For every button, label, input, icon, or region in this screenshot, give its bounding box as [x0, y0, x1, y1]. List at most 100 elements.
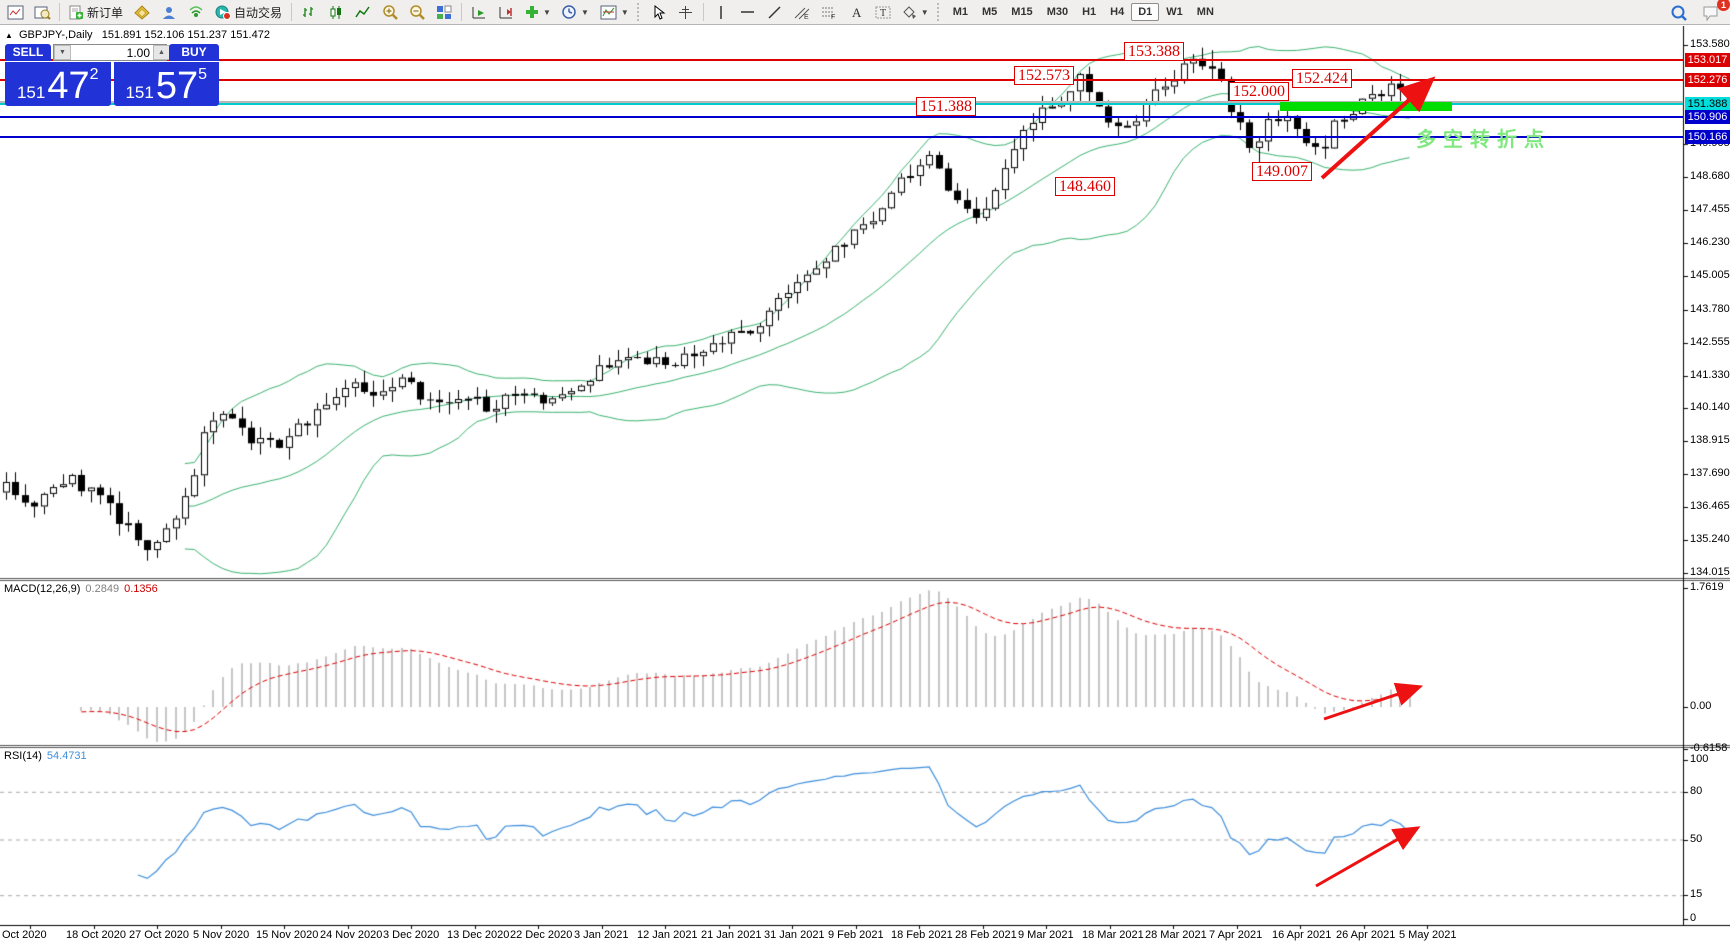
price-label-box[interactable]: 152.573 [1014, 66, 1074, 85]
toolbar-grip [637, 3, 643, 21]
price-label-box[interactable]: 148.460 [1055, 177, 1115, 196]
date-axis-label: 15 Nov 2020 [256, 929, 318, 941]
price-label-box[interactable]: 152.424 [1292, 69, 1352, 88]
price-label-box[interactable]: 151.388 [916, 97, 976, 116]
new-order-button[interactable]: 新订单 [64, 0, 128, 24]
symbol-collapse-icon[interactable]: ▲ [5, 31, 13, 40]
date-axis-label: 28 Feb 2021 [955, 929, 1017, 941]
sell-price-display[interactable]: 151472 [5, 61, 111, 106]
date-axis-label: 28 Mar 2021 [1145, 929, 1207, 941]
text-tool-button[interactable]: A [843, 0, 869, 24]
chart-window: ▲ GBPJPY-,Daily 151.891 152.106 151.237 … [0, 26, 1730, 945]
trendline-tool-button[interactable] [762, 0, 788, 24]
date-axis-label: 18 Mar 2021 [1082, 929, 1144, 941]
price-axis-badge: 153.017 [1685, 53, 1730, 67]
price-axis-tick: 148.680 [1690, 170, 1730, 182]
price-axis-tick: 146.230 [1690, 236, 1730, 248]
timeframe-button-m30[interactable]: M30 [1040, 3, 1075, 21]
macd-indicator-label: MACD(12,26,9)0.28490.1356 [4, 583, 158, 595]
timeframe-button-w1[interactable]: W1 [1159, 3, 1190, 21]
timeframe-button-m5[interactable]: M5 [975, 3, 1004, 21]
price-axis-badge: 150.166 [1685, 130, 1730, 144]
annotation-text[interactable]: 多空转折点 [1416, 123, 1551, 152]
new-chart-button[interactable] [2, 0, 28, 24]
line-chart-mode-button[interactable] [350, 0, 376, 24]
channel-tool-button[interactable]: E [789, 0, 815, 24]
buy-price-point: 5 [198, 68, 207, 82]
toolbar-grip [937, 3, 943, 21]
new-order-label: 新订单 [87, 4, 123, 21]
candlestick-mode-button[interactable] [323, 0, 349, 24]
macd-signal-value: 0.1356 [124, 583, 158, 595]
mt4-window: 新订单 自动交易 ▼ ▼ ▼ E F A T ▼ M1M5M15M30H1H4D… [0, 0, 1730, 945]
symbol-ohlc-line: ▲ GBPJPY-,Daily 151.891 152.106 151.237 … [5, 29, 270, 41]
sell-price-point: 2 [90, 68, 99, 82]
buy-price-display[interactable]: 151575 [114, 61, 220, 106]
level-line-150.906[interactable] [0, 116, 1683, 118]
horizontal-line-tool-button[interactable] [735, 0, 761, 24]
auto-trading-button[interactable]: 自动交易 [210, 0, 287, 24]
zoom-in-button[interactable] [377, 0, 403, 24]
sell-price-figure: 151 [17, 83, 45, 103]
search-icon[interactable] [1666, 1, 1692, 25]
rsi-axis-tick: 80 [1690, 785, 1702, 797]
date-axis-label: 22 Dec 2020 [510, 929, 572, 941]
cursor-tool-button[interactable] [646, 0, 672, 24]
templates-button[interactable]: ▼ [595, 0, 634, 24]
price-axis-tick: 140.140 [1690, 401, 1730, 413]
sell-button[interactable]: SELL [5, 44, 51, 61]
zoom-out-button[interactable] [404, 0, 430, 24]
profiles-button[interactable] [29, 0, 55, 24]
price-label-box[interactable]: 153.388 [1124, 42, 1184, 61]
signal-button[interactable] [183, 0, 209, 24]
level-line-153.017[interactable] [0, 59, 1683, 61]
timeframe-button-h1[interactable]: H1 [1075, 3, 1103, 21]
timeframe-button-m15[interactable]: M15 [1004, 3, 1039, 21]
timeframe-button-mn[interactable]: MN [1190, 3, 1221, 21]
toolbar-separator [703, 3, 704, 21]
price-label-box[interactable]: 152.000 [1229, 82, 1289, 101]
volume-increase-button[interactable]: ▲ [153, 45, 170, 60]
community-button[interactable] [156, 0, 182, 24]
toolbar-separator [461, 3, 462, 21]
tile-windows-button[interactable] [431, 0, 457, 24]
text-label-tool-button[interactable]: T [870, 0, 896, 24]
shapes-tool-button[interactable]: ▼ [897, 0, 934, 24]
price-axis-badge: 151.388 [1685, 97, 1730, 111]
fibonacci-tool-button[interactable]: F [816, 0, 842, 24]
bar-chart-mode-button[interactable] [296, 0, 322, 24]
price-chart-canvas[interactable] [0, 26, 1730, 945]
buy-button[interactable]: BUY [169, 44, 219, 61]
vertical-line-tool-button[interactable] [708, 0, 734, 24]
notifications-button[interactable]: 1 [1698, 1, 1724, 25]
volume-input[interactable] [71, 45, 153, 60]
date-axis-label: Oct 2020 [2, 929, 47, 941]
timeframe-button-m1[interactable]: M1 [946, 3, 975, 21]
toolbar-right-group: 1 [1666, 1, 1724, 25]
date-axis-label: 5 May 2021 [1399, 929, 1456, 941]
periods-button[interactable]: ▼ [557, 0, 594, 24]
metaeditor-button[interactable] [129, 0, 155, 24]
price-label-box[interactable]: 149.007 [1252, 162, 1312, 181]
price-axis-tick: 143.780 [1690, 303, 1730, 315]
date-axis-label: 3 Jan 2021 [574, 929, 628, 941]
level-line-152.276[interactable] [0, 79, 1683, 81]
date-axis-label: 18 Oct 2020 [66, 929, 126, 941]
add-indicator-button[interactable]: ▼ [520, 0, 556, 24]
support-highlight-bar[interactable] [1280, 102, 1452, 111]
date-axis-label: 21 Jan 2021 [701, 929, 762, 941]
symbol-name: GBPJPY-,Daily [19, 29, 93, 41]
chart-shift-button[interactable] [493, 0, 519, 24]
timeframe-button-h4[interactable]: H4 [1103, 3, 1131, 21]
volume-decrease-button[interactable]: ▼ [54, 45, 71, 60]
crosshair-tool-button[interactable] [673, 0, 699, 24]
notification-badge: 1 [1717, 0, 1730, 11]
timeframe-button-d1[interactable]: D1 [1131, 3, 1159, 21]
symbol-ohlc-values: 151.891 152.106 151.237 151.472 [102, 29, 270, 41]
auto-scroll-button[interactable] [466, 0, 492, 24]
price-axis-tick: 147.455 [1690, 203, 1730, 215]
date-axis-label: 9 Mar 2021 [1018, 929, 1074, 941]
date-axis-label: 13 Dec 2020 [447, 929, 509, 941]
chevron-down-icon: ▼ [543, 8, 551, 17]
price-axis-tick: 153.580 [1690, 38, 1730, 50]
